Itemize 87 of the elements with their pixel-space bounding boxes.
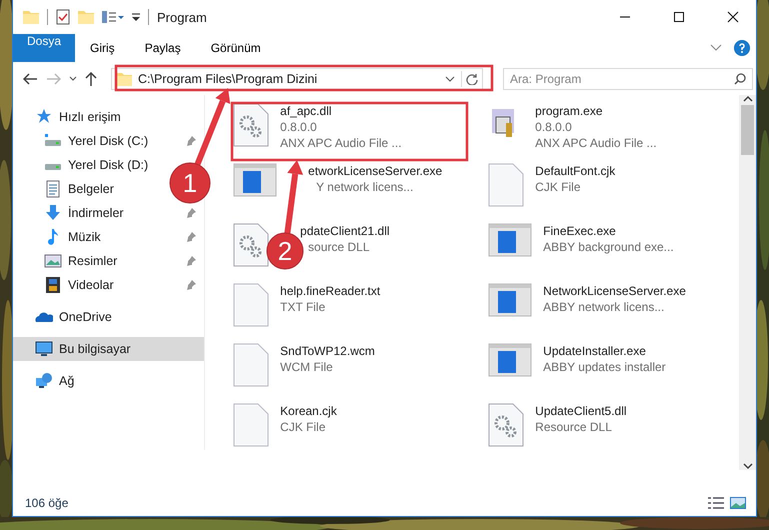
view-options-icon[interactable] (102, 10, 124, 24)
address-bar[interactable]: C:\Program Files\Program Dizini (111, 68, 483, 90)
step-number: 2 (278, 236, 292, 266)
scroll-down-icon[interactable] (742, 462, 753, 470)
file-detail: TXT File (280, 299, 326, 315)
help-icon[interactable] (734, 40, 750, 56)
search-icon (734, 72, 746, 84)
sidebar-item[interactable]: Bu bilgisayar (13, 337, 204, 361)
file-detail: ANX APC Audio File ... (535, 135, 657, 151)
file-name[interactable]: NetworkLicenseServer.exe (543, 283, 686, 299)
back-button[interactable] (21, 70, 39, 86)
ribbon-tab[interactable]: Görünüm (196, 34, 276, 62)
scrollbar[interactable] (739, 95, 756, 470)
dropdown-icon[interactable] (132, 12, 140, 22)
properties-icon[interactable] (56, 9, 70, 25)
sidebar-item[interactable]: Yerel Disk (C:) (13, 129, 204, 153)
network-icon (36, 373, 52, 388)
dropdown-icon[interactable] (445, 76, 455, 82)
sidebar-item[interactable]: Müzik (13, 225, 204, 249)
file-detail: CJK File (535, 179, 580, 195)
scroll-up-icon[interactable] (742, 95, 753, 103)
blank-file-icon (233, 343, 270, 387)
settings-file-icon (233, 223, 270, 267)
file-detail: WCM File (280, 359, 333, 375)
file-name[interactable]: pdateClient21.dll (300, 223, 390, 239)
sidebar-item[interactable]: Resimler (13, 249, 204, 273)
file-name[interactable]: DefaultFont.cjk (535, 163, 616, 179)
sidebar-item[interactable]: Hızlı erişim (13, 105, 127, 129)
settings-file-icon (233, 103, 270, 147)
music-note-icon (48, 229, 58, 245)
blank-file-icon (233, 283, 270, 327)
computer-icon (36, 342, 52, 356)
drive-icon (45, 134, 61, 146)
expand-ribbon-icon[interactable] (710, 44, 722, 52)
file-name[interactable]: af_apc.dll (280, 103, 332, 119)
ribbon-tab[interactable]: Paylaş (130, 34, 196, 62)
file-detail: source DLL (308, 239, 370, 255)
drive-icon (45, 164, 61, 170)
large-icons-view-icon[interactable] (730, 497, 746, 509)
document-icon (46, 180, 60, 198)
application-window-icon (233, 163, 278, 197)
application-window-icon (488, 283, 532, 317)
ribbon-tab[interactable]: Giriş (75, 34, 130, 62)
file-detail: Resource DLL (535, 419, 612, 435)
file-name[interactable]: FineExec.exe (543, 223, 616, 239)
folder-icon (23, 10, 39, 24)
file-name[interactable]: UpdateClient5.dll (535, 403, 627, 419)
step-number: 1 (182, 168, 198, 198)
file-name[interactable]: program.exe (535, 103, 603, 119)
file-detail: 0.8.0.0 (280, 119, 317, 135)
file-detail: ABBY background exe... (543, 239, 674, 255)
chevron-icon[interactable] (69, 76, 77, 82)
sidebar-item[interactable]: Belgeler (13, 177, 120, 201)
file-detail: ANX APC Audio File ... (280, 135, 402, 151)
sidebar-item[interactable]: Videolar (13, 273, 204, 297)
sidebar-item[interactable]: İndirmeler (13, 201, 204, 225)
download-icon (46, 205, 60, 220)
file-detail: ABBY updates installer (543, 359, 666, 375)
file-name[interactable]: UpdateInstaller.exe (543, 343, 646, 359)
blank-file-icon (233, 403, 270, 447)
star-icon (37, 109, 51, 123)
file-detail: ABBY network licens... (543, 299, 664, 315)
item-count: 106 öğe (25, 496, 70, 510)
file-detail: Y network licens... (316, 179, 414, 195)
cloud-icon (35, 312, 53, 322)
settings-file-icon (488, 403, 524, 447)
details-view-icon[interactable] (708, 497, 724, 509)
sidebar-item[interactable]: Ağ (13, 369, 80, 393)
file-name[interactable]: etworkLicenseServer.exe (308, 163, 442, 179)
blank-file-icon (488, 163, 524, 207)
scrollbar-thumb[interactable] (741, 105, 754, 155)
search-field[interactable]: Ara: Program (503, 68, 753, 90)
new-folder-icon (78, 10, 94, 24)
file-detail: CJK File (280, 419, 326, 435)
file-name[interactable]: SndToWP12.wcm (280, 343, 375, 359)
window-title: Program (157, 10, 208, 24)
file-name[interactable]: Korean.cjk (280, 403, 337, 419)
up-button[interactable] (83, 70, 99, 88)
film-icon (46, 277, 60, 293)
pictures-icon (44, 254, 62, 268)
sidebar-item[interactable]: OneDrive (13, 305, 118, 329)
step-circle (170, 162, 210, 204)
application-window-icon (488, 343, 532, 377)
file-name[interactable]: help.fineReader.txt (280, 283, 380, 299)
application-window-icon (488, 223, 532, 257)
file-detail: 0.8.0.0 (535, 119, 572, 135)
sidebar-item[interactable]: Yerel Disk (D:) (13, 153, 154, 177)
